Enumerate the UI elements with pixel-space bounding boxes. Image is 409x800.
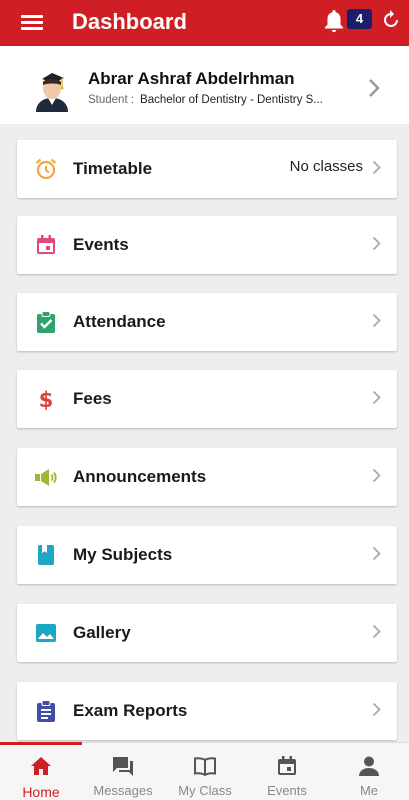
menu-item-label: Attendance (73, 312, 166, 331)
nav-label: Events (267, 783, 307, 798)
chevron-right-icon (372, 236, 381, 251)
menu-item-attendance[interactable]: Attendance (17, 293, 397, 351)
svg-text:$: $ (39, 388, 54, 411)
menu-item-label: Fees (73, 389, 112, 408)
student-name: Abrar Ashraf Abdelrhman (88, 69, 295, 88)
menu-item-timetable[interactable]: Timetable No classes (17, 140, 397, 198)
menu-item-label: Exam Reports (73, 701, 188, 720)
menu-icon[interactable] (20, 11, 44, 35)
chevron-right-icon (372, 160, 381, 175)
student-program: Bachelor of Dentistry - Dentistry S... (140, 94, 323, 106)
nav-home[interactable]: Home (0, 742, 82, 800)
chevron-right-icon (372, 546, 381, 561)
bell-icon[interactable] (322, 8, 346, 34)
menu-item-fees[interactable]: $ Fees (17, 370, 397, 428)
profile-card[interactable]: Abrar Ashraf Abdelrhman Student : Bachelo… (0, 46, 409, 124)
calendar-icon (278, 756, 296, 775)
person-icon (359, 756, 379, 776)
clipboard-check-icon (37, 311, 55, 333)
bottom-navigation: Home Messages My Class Events Me (0, 742, 409, 800)
dollar-icon: $ (39, 388, 54, 411)
chevron-right-icon (372, 702, 381, 717)
app-bar: Dashboard 4 (0, 0, 409, 46)
page-title: Dashboard (72, 9, 187, 34)
timetable-status: No classes (289, 158, 363, 175)
menu-item-label: Gallery (73, 623, 131, 642)
menu-item-label: My Subjects (73, 545, 173, 564)
nav-my-class[interactable]: My Class (164, 743, 246, 800)
menu-item-gallery[interactable]: Gallery (17, 604, 397, 662)
nav-label: Messages (93, 783, 153, 798)
home-icon (31, 757, 51, 775)
menu-item-label: Events (73, 235, 129, 254)
nav-me[interactable]: Me (328, 743, 409, 800)
menu-item-announcements[interactable]: Announcements (17, 448, 397, 506)
book-icon (38, 545, 54, 565)
nav-messages[interactable]: Messages (82, 743, 164, 800)
chevron-right-icon (372, 624, 381, 639)
chevron-right-icon (372, 313, 381, 328)
calendar-icon (37, 235, 55, 254)
open-book-icon (194, 757, 216, 777)
nav-label: Home (22, 784, 60, 800)
chevron-right-icon (369, 79, 380, 97)
chevron-right-icon (372, 468, 381, 483)
chevron-right-icon (372, 390, 381, 405)
menu-item-my-subjects[interactable]: My Subjects (17, 526, 397, 584)
chat-icon (113, 757, 133, 776)
student-program-line: Student : Bachelor of Dentistry - Dentist… (88, 94, 356, 106)
alarm-clock-icon (35, 158, 57, 180)
avatar (36, 73, 68, 112)
student-role: Student : (88, 94, 135, 106)
report-icon (37, 700, 55, 722)
nav-label: Me (359, 783, 379, 798)
refresh-icon[interactable] (381, 9, 401, 31)
menu-item-exam-reports[interactable]: Exam Reports (17, 682, 397, 740)
nav-label: My Class (178, 783, 232, 798)
notification-count-badge[interactable]: 4 (347, 9, 372, 29)
nav-events[interactable]: Events (246, 743, 328, 800)
megaphone-icon (35, 469, 57, 486)
menu-item-label: Timetable (73, 159, 153, 178)
image-icon (36, 624, 56, 642)
menu-item-events[interactable]: Events (17, 216, 397, 274)
menu-item-label: Announcements (73, 467, 207, 486)
